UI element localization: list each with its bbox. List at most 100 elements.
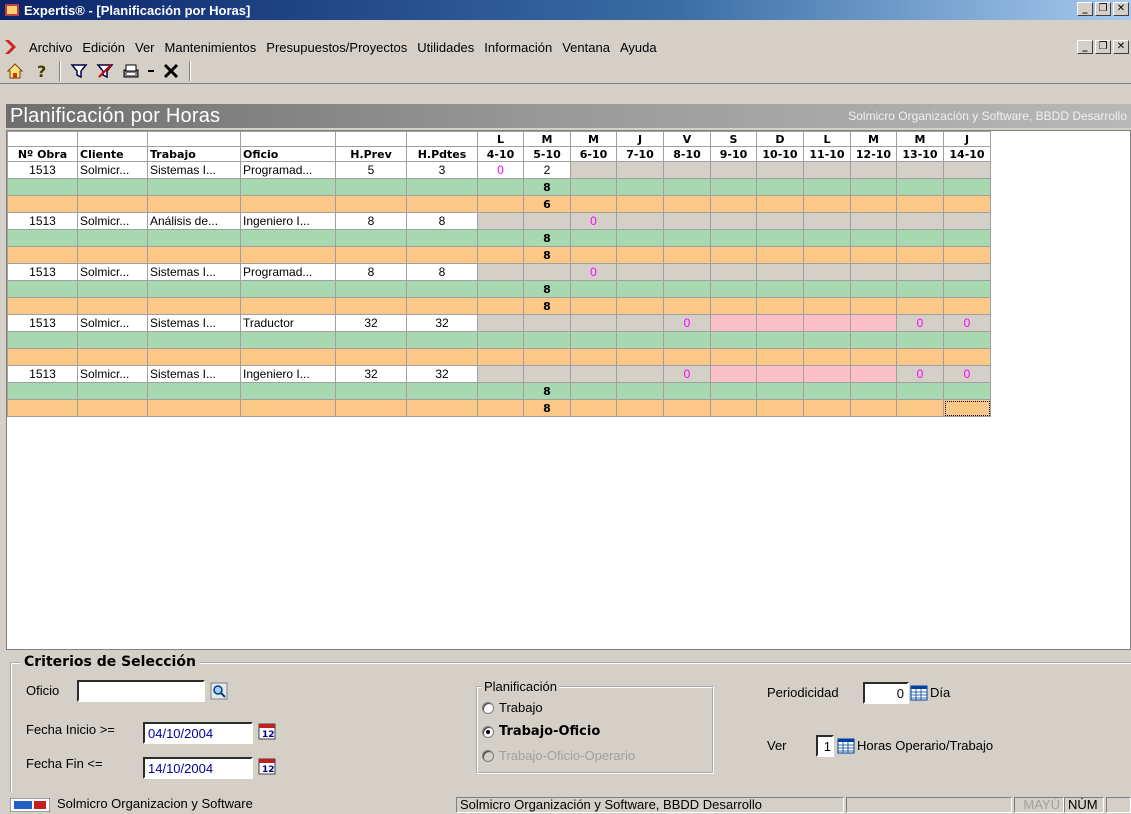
column-header[interactable]: 11-10 [803, 146, 851, 162]
cell-obra[interactable]: 1513 [7, 263, 78, 281]
cell-orange-day[interactable] [523, 348, 571, 366]
table-row-green[interactable] [7, 331, 991, 349]
cell-day[interactable] [710, 314, 757, 332]
cell-green-day[interactable] [663, 331, 711, 349]
cell-oficio[interactable]: Programad... [240, 161, 336, 179]
cell-cliente[interactable]: Solmicr... [77, 212, 148, 230]
cell-orange-day[interactable] [850, 399, 897, 417]
cell-green-day[interactable] [710, 331, 757, 349]
cell-orange-day[interactable] [663, 195, 711, 213]
cell-obra[interactable]: 1513 [7, 212, 78, 230]
cell-orange-day[interactable] [803, 297, 851, 315]
cell-orange-day[interactable] [896, 399, 944, 417]
cell-green-day[interactable]: 8 [523, 178, 571, 196]
cell-green-day[interactable] [477, 178, 524, 196]
cell-day[interactable] [616, 212, 664, 230]
cell-cliente[interactable]: Solmicr... [77, 263, 148, 281]
oficio-input[interactable] [77, 680, 205, 702]
cell-orange-day[interactable] [803, 399, 851, 417]
column-header[interactable]: 4-10 [477, 146, 524, 162]
cell-orange-day[interactable] [756, 297, 804, 315]
menu-ventana[interactable]: Ventana [557, 40, 615, 55]
calendar-icon[interactable]: 12 [258, 757, 276, 775]
cell-trabajo[interactable]: Sistemas I... [147, 365, 241, 383]
cell-day[interactable] [616, 161, 664, 179]
cell-oficio[interactable]: Traductor [240, 314, 336, 332]
cell-orange-day[interactable] [803, 195, 851, 213]
cell-day[interactable] [896, 212, 944, 230]
column-header[interactable]: 8-10 [663, 146, 711, 162]
cell-orange-day[interactable] [756, 348, 804, 366]
cell-orange-day[interactable] [850, 195, 897, 213]
menu-edicion[interactable]: Edición [77, 40, 130, 55]
cell-green-day[interactable] [710, 229, 757, 247]
table-row-green[interactable]: 8 [7, 280, 991, 298]
cell-trabajo[interactable]: Sistemas I... [147, 263, 241, 281]
cell-day[interactable] [943, 212, 991, 230]
cell-green-day[interactable] [570, 280, 617, 298]
cell-day[interactable]: 0 [896, 365, 944, 383]
column-header[interactable]: Cliente [77, 146, 148, 162]
cell-orange-day[interactable] [663, 348, 711, 366]
cell-day[interactable] [850, 314, 897, 332]
cell-day[interactable] [616, 263, 664, 281]
cell-hprev[interactable]: 8 [335, 212, 407, 230]
table-row[interactable]: 1513 Solmicr... Sistemas I... Ingeniero I..… [7, 365, 991, 383]
cell-day[interactable]: 0 [943, 314, 991, 332]
cell-green-day[interactable] [803, 382, 851, 400]
cell-green-day[interactable]: 8 [523, 382, 571, 400]
cell-cliente[interactable]: Solmicr... [77, 161, 148, 179]
cell-orange-day[interactable] [710, 195, 757, 213]
radio-trabajo[interactable]: Trabajo [482, 700, 543, 715]
column-header[interactable]: 7-10 [616, 146, 664, 162]
grid-selector-icon[interactable] [837, 737, 855, 755]
minimize-button[interactable]: _ [1077, 2, 1093, 16]
cell-cliente[interactable]: Solmicr... [77, 314, 148, 332]
cell-orange-day[interactable]: 6 [523, 195, 571, 213]
cell-green-day[interactable] [896, 331, 944, 349]
cell-orange-day[interactable] [570, 246, 617, 264]
cell-green-day[interactable] [710, 382, 757, 400]
cell-hprev[interactable]: 32 [335, 314, 407, 332]
column-header[interactable]: Nº Obra [7, 146, 78, 162]
cell-hprev[interactable]: 5 [335, 161, 407, 179]
cell-green-day[interactable] [943, 229, 991, 247]
cell-orange-day[interactable] [943, 195, 991, 213]
cell-orange-day[interactable] [896, 297, 944, 315]
dropdown-arrow-icon[interactable] [146, 60, 156, 82]
cell-green-day[interactable] [616, 280, 664, 298]
cell-day[interactable] [756, 161, 804, 179]
cell-hpdtes[interactable]: 32 [406, 365, 478, 383]
filter-icon[interactable] [68, 60, 90, 82]
cell-day[interactable] [663, 161, 711, 179]
cell-obra[interactable]: 1513 [7, 314, 78, 332]
cell-green-day[interactable] [477, 280, 524, 298]
table-row-green[interactable]: 8 [7, 382, 991, 400]
cell-day[interactable] [943, 161, 991, 179]
cell-day[interactable] [710, 212, 757, 230]
table-row[interactable]: 1513 Solmicr... Análisis de... Ingeniero I.… [7, 212, 991, 230]
menu-mantenimientos[interactable]: Mantenimientos [160, 40, 262, 55]
cell-green-day[interactable]: 8 [523, 229, 571, 247]
cell-day[interactable] [570, 161, 617, 179]
cell-orange-day[interactable] [477, 297, 524, 315]
cell-day[interactable] [710, 161, 757, 179]
cell-orange-day[interactable]: 8 [523, 297, 571, 315]
cell-day[interactable] [570, 365, 617, 383]
menu-informacion[interactable]: Información [479, 40, 557, 55]
menu-archivo[interactable]: Archivo [24, 40, 77, 55]
child-minimize-button[interactable]: _ [1077, 40, 1093, 54]
cell-day[interactable]: 0 [570, 263, 617, 281]
cell-orange-day[interactable] [663, 399, 711, 417]
column-header[interactable]: 12-10 [850, 146, 897, 162]
cell-orange-day[interactable] [710, 246, 757, 264]
cell-orange-day[interactable] [756, 399, 804, 417]
cell-green-day[interactable] [803, 229, 851, 247]
cell-day[interactable] [850, 365, 897, 383]
cell-orange-day[interactable]: 8 [523, 399, 571, 417]
cell-orange-day[interactable] [756, 246, 804, 264]
cell-hpdtes[interactable]: 32 [406, 314, 478, 332]
radio-trabajo-oficio[interactable]: Trabajo-Oficio [482, 724, 600, 739]
cell-orange-day[interactable] [850, 246, 897, 264]
periodicidad-input[interactable]: 0 [863, 682, 909, 704]
